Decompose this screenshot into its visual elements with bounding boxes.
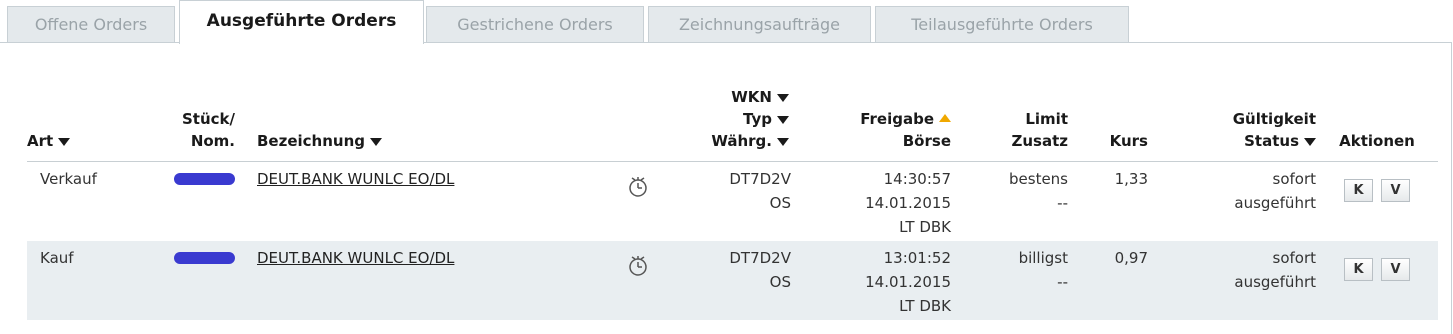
cell-kurs: 0,97 — [1068, 241, 1148, 320]
limit-value: bestens — [1009, 170, 1068, 188]
cell-status: sofort ausgeführt — [1148, 162, 1316, 242]
sort-desc-icon — [58, 137, 71, 146]
redacted-quantity — [174, 252, 235, 264]
col-kurs: Kurs — [1068, 86, 1148, 162]
tab-offene-orders[interactable]: Offene Orders — [7, 6, 175, 42]
cell-bezeichnung: DEUT.BANK WUNLC EO/DL — [257, 162, 555, 242]
col-typ-label: Typ — [743, 110, 772, 128]
status-value: ausgeführt — [1234, 194, 1316, 212]
stopwatch-icon — [627, 174, 649, 205]
col-stueck-line2: Nom. — [190, 132, 235, 150]
buy-button[interactable]: K — [1344, 258, 1373, 281]
col-aktionen: Aktionen — [1316, 86, 1438, 162]
zusatz-value: -- — [1057, 194, 1068, 212]
table-header-row: Art Stück/Nom. Bezeichnung WKN Typ Währg… — [27, 86, 1438, 162]
buy-button[interactable]: K — [1344, 179, 1373, 202]
tab-teilausgefuehrte-orders[interactable]: Teilausgeführte Orders — [875, 6, 1129, 42]
col-bezeichnung[interactable]: Bezeichnung — [257, 86, 555, 162]
stopwatch-icon — [627, 253, 649, 284]
cell-freigabe: 13:01:52 14.01.2015 LT DBK — [791, 241, 951, 320]
cell-aktionen: KV — [1316, 241, 1438, 320]
boerse-value: LT DBK — [899, 218, 951, 236]
table-row: Verkauf DEUT.BANK WUNLC EO/DL DT7D2V OS … — [27, 162, 1438, 242]
col-stueck-line1: Stück/ — [182, 110, 235, 128]
typ-value: OS — [769, 273, 791, 291]
col-limit-zusatz: Limit Zusatz — [951, 86, 1068, 162]
sort-desc-icon — [370, 137, 382, 146]
cell-aktionen: KV — [1316, 162, 1438, 242]
sort-desc-icon — [1304, 137, 1316, 146]
col-freigabe-boerse[interactable]: Freigabe Börse — [791, 86, 951, 162]
redacted-quantity — [174, 173, 235, 185]
cell-freigabe: 14:30:57 14.01.2015 LT DBK — [791, 162, 951, 242]
col-art-label: Art — [27, 132, 54, 150]
typ-value: OS — [769, 194, 791, 212]
col-kurs-label: Kurs — [1109, 132, 1148, 150]
sort-desc-icon — [777, 137, 789, 146]
cell-kurs: 1,33 — [1114, 170, 1148, 188]
time-value: 13:01:52 — [883, 249, 951, 267]
col-boerse-label: Börse — [902, 132, 951, 150]
cell-bezeichnung: DEUT.BANK WUNLC EO/DL — [257, 241, 555, 320]
cell-limit: bestens -- — [951, 162, 1068, 242]
boerse-value: LT DBK — [899, 297, 951, 315]
table-row: Kauf DEUT.BANK WUNLC EO/DL DT7D2V OS 13:… — [27, 241, 1438, 320]
tab-zeichnungsauftraege[interactable]: Zeichnungsaufträge — [648, 6, 871, 42]
time-value: 14:30:57 — [883, 170, 951, 188]
date-value: 14.01.2015 — [865, 194, 951, 212]
col-wkn-label: WKN — [731, 88, 772, 106]
cell-status: sofort ausgeführt — [1148, 241, 1316, 320]
cell-stueck — [145, 241, 235, 320]
cell-stueck — [145, 162, 235, 242]
orders-table: Art Stück/Nom. Bezeichnung WKN Typ Währg… — [27, 86, 1438, 320]
cell-art: Verkauf — [40, 170, 97, 188]
status-value: ausgeführt — [1234, 273, 1316, 291]
sort-asc-icon — [939, 113, 951, 122]
cell-limit: billigst -- — [951, 241, 1068, 320]
cell-wkn: DT7D2V OS — [555, 241, 791, 320]
col-freigabe-label: Freigabe — [860, 110, 934, 128]
tab-ausgefuehrte-orders[interactable]: Ausgeführte Orders — [179, 0, 424, 44]
tab-bar: Offene Orders Ausgeführte Orders Gestric… — [0, 0, 1453, 44]
date-value: 14.01.2015 — [865, 273, 951, 291]
limit-value: billigst — [1018, 249, 1068, 267]
sort-desc-icon — [777, 115, 789, 124]
sell-button[interactable]: V — [1381, 179, 1410, 202]
col-wkn-typ-waehrg[interactable]: WKN Typ Währg. — [555, 86, 791, 162]
col-bezeichnung-label: Bezeichnung — [257, 132, 365, 150]
gueltigkeit-value: sofort — [1272, 249, 1317, 267]
cell-wkn: DT7D2V OS — [555, 162, 791, 242]
wkn-value: DT7D2V — [729, 170, 791, 188]
col-spacer — [235, 86, 257, 162]
wkn-value: DT7D2V — [729, 249, 791, 267]
col-status-label: Status — [1244, 132, 1299, 150]
sell-button[interactable]: V — [1381, 258, 1410, 281]
gueltigkeit-value: sofort — [1272, 170, 1317, 188]
security-link[interactable]: DEUT.BANK WUNLC EO/DL — [257, 249, 454, 267]
zusatz-value: -- — [1057, 273, 1068, 291]
sort-desc-icon — [777, 93, 789, 102]
col-stueck: Stück/Nom. — [145, 86, 235, 162]
col-gueltigkeit-status[interactable]: Gültigkeit Status — [1148, 86, 1316, 162]
col-waehrg-label: Währg. — [711, 132, 772, 150]
cell-spacer — [235, 162, 257, 242]
col-zusatz-label: Zusatz — [1011, 132, 1068, 150]
col-art[interactable]: Art — [27, 86, 145, 162]
col-aktionen-label: Aktionen — [1339, 132, 1415, 150]
security-link[interactable]: DEUT.BANK WUNLC EO/DL — [257, 170, 454, 188]
col-gueltigkeit-label: Gültigkeit — [1232, 110, 1316, 128]
col-limit-label: Limit — [1025, 110, 1068, 128]
cell-spacer — [235, 241, 257, 320]
cell-art: Kauf — [27, 241, 145, 320]
tab-gestrichene-orders[interactable]: Gestrichene Orders — [426, 6, 644, 42]
